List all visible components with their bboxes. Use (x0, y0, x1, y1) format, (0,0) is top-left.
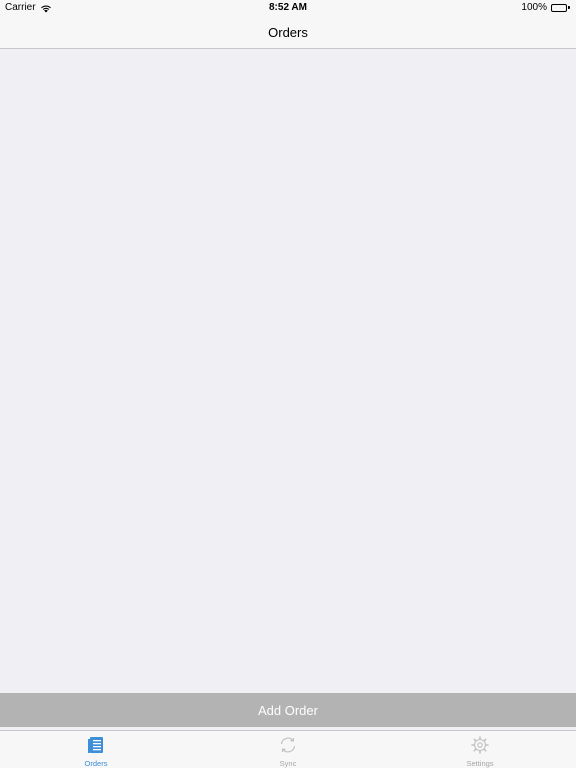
sync-icon (280, 737, 296, 753)
battery-percent: 100% (521, 2, 547, 13)
battery-icon (551, 3, 570, 12)
status-bar: Carrier 8:52 AM 100% (0, 0, 576, 17)
tab-orders[interactable]: Orders (0, 731, 192, 768)
tab-orders-label: Orders (84, 759, 108, 768)
tab-settings-label: Settings (466, 759, 494, 768)
orders-list-area[interactable] (0, 49, 576, 693)
navigation-bar: Orders (0, 17, 576, 48)
status-time: 8:52 AM (269, 2, 307, 13)
tab-settings[interactable]: Settings (384, 731, 576, 768)
page-title: Orders (268, 25, 308, 40)
screen: Carrier 8:52 AM 100% Orders Add Order Or… (0, 0, 576, 768)
tab-sync[interactable]: Sync (192, 731, 384, 768)
tab-sync-label: Sync (279, 759, 297, 768)
gear-icon (471, 736, 489, 754)
top-bar: Carrier 8:52 AM 100% Orders (0, 0, 576, 49)
tab-bar: Orders Sync Settings (0, 730, 576, 768)
orders-list-icon (88, 737, 103, 753)
add-order-button[interactable]: Add Order (0, 693, 576, 727)
status-right: 100% (521, 2, 570, 13)
